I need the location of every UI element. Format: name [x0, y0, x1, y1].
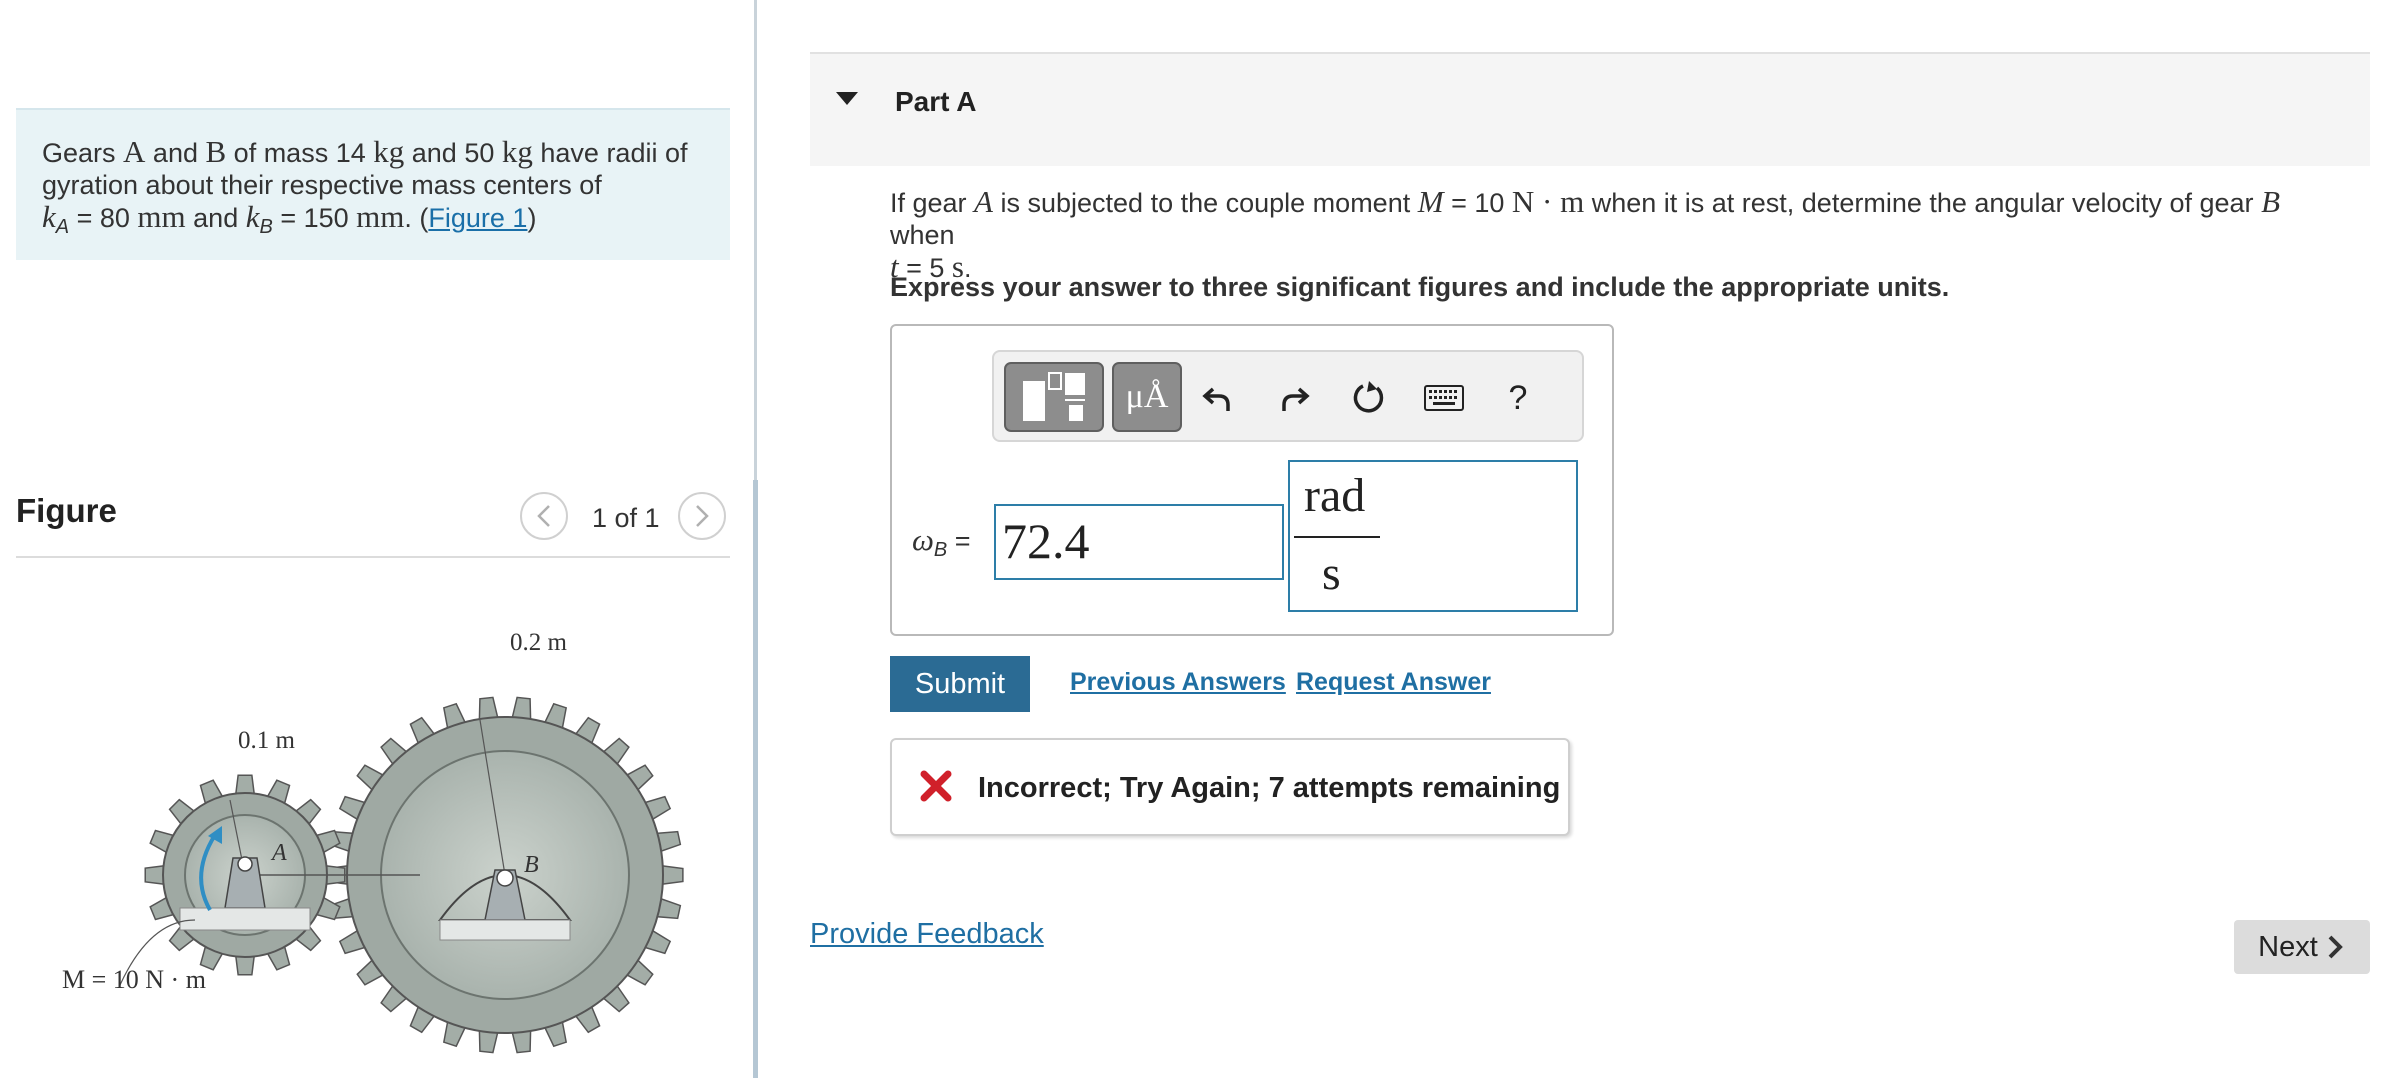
problem-text: and	[145, 138, 206, 168]
problem-text: and	[185, 203, 246, 233]
gear-b-base	[439, 919, 571, 941]
k-b-symbol: k	[245, 199, 260, 234]
label-radius-b: 0.2 m	[510, 629, 568, 656]
submit-button[interactable]: Submit	[890, 656, 1030, 712]
figure-next-button[interactable]	[678, 492, 726, 540]
k-a-symbol: k	[42, 199, 56, 234]
fraction-bar	[1294, 536, 1380, 538]
instruction-text: Express your answer to three significant…	[890, 272, 1950, 302]
figure-prev-button[interactable]	[520, 492, 568, 540]
label-a: A	[270, 840, 287, 866]
problem-text: )	[527, 203, 537, 233]
unit-mm: mm	[137, 199, 186, 234]
chevron-left-icon	[537, 505, 550, 527]
symbols-button[interactable]: μÅ	[1112, 362, 1182, 432]
label-radius-a: 0.1 m	[238, 727, 296, 754]
part-title: Part A	[895, 86, 977, 117]
question-fragment: If gear	[890, 188, 975, 218]
omega-equals: =	[947, 526, 971, 556]
question-fragment: when it is at rest, determine the angula…	[1584, 188, 2262, 218]
k-a-subscript: A	[55, 216, 70, 238]
question-fragment: is subjected to the couple moment	[992, 188, 1418, 218]
k-b-value: = 150	[272, 203, 357, 233]
units-input[interactable]: rad s	[1288, 460, 1578, 612]
problem-text: of mass	[226, 138, 336, 168]
gear-b-symbol: B	[205, 134, 227, 169]
question-fragment: = 10	[1443, 188, 1512, 218]
part-header[interactable]: Part A	[810, 52, 2370, 166]
chevron-right-icon	[2328, 935, 2343, 959]
gear-figure: 0.2 m 0.1 m A B M = 10 N · m	[62, 629, 684, 1054]
chevron-right-icon	[696, 505, 709, 527]
error-x-icon	[920, 770, 952, 802]
request-answer-link[interactable]: Request Answer	[1296, 668, 1491, 697]
question-unit: N · m	[1511, 184, 1585, 219]
left-panel: Gears A and B of mass 14 kg and 50 kg ha…	[0, 0, 756, 1078]
unit-denominator: s	[1322, 547, 1341, 600]
provide-feedback-link[interactable]: Provide Feedback	[810, 918, 1044, 951]
label-moment: M = 10 N · m	[62, 965, 206, 994]
label-b: B	[524, 852, 539, 878]
redo-icon[interactable]	[1272, 374, 1316, 422]
collapse-triangle-icon[interactable]	[836, 92, 858, 105]
mass-b: 50	[464, 138, 495, 168]
keyboard-icon[interactable]	[1422, 374, 1466, 422]
gear-a-base	[179, 907, 311, 931]
figure-counter: 1 of 1	[592, 503, 660, 533]
reset-icon[interactable]	[1346, 374, 1390, 422]
feedback-box: Incorrect; Try Again; 7 attempts remaini…	[890, 738, 1570, 836]
gear-a-pin	[237, 856, 253, 872]
figure-divider	[16, 556, 730, 558]
next-label: Next	[2258, 930, 2318, 963]
gear-b-pin	[496, 869, 514, 887]
k-a-value: = 80	[69, 203, 138, 233]
omega-label: ωB =	[912, 522, 971, 562]
unit-mm: mm	[356, 199, 405, 234]
problem-text: . (	[404, 203, 429, 233]
answer-box: μÅ ? ωB = 72.4 rad s	[890, 324, 1614, 636]
problem-statement: Gears A and B of mass 14 kg and 50 kg ha…	[16, 108, 730, 260]
unit-kg: kg	[373, 134, 405, 169]
omega-symbol: ω	[912, 522, 934, 557]
math-toolbar: μÅ ?	[992, 350, 1584, 442]
templates-button[interactable]	[1004, 362, 1104, 432]
unit-kg: kg	[501, 134, 533, 169]
question-text: If gear A is subjected to the couple mom…	[890, 186, 2350, 284]
figure-title: Figure	[16, 492, 117, 529]
k-b-subscript: B	[259, 216, 273, 238]
gear-a-symbol: A	[123, 134, 146, 169]
splitter-handle[interactable]	[753, 480, 758, 1078]
unit-numerator: rad	[1304, 469, 1366, 522]
undo-icon[interactable]	[1196, 374, 1240, 422]
omega-subscript: B	[933, 539, 948, 561]
question-fragment: when	[890, 220, 955, 250]
templates-icon	[1023, 372, 1085, 421]
question-m-symbol: M	[1417, 184, 1444, 219]
problem-text: Gears	[42, 138, 124, 168]
help-button[interactable]: ?	[1496, 374, 1540, 422]
question-gear-b: B	[2261, 184, 2280, 219]
mass-a: 14	[335, 138, 366, 168]
figure-link[interactable]: Figure 1	[428, 203, 527, 233]
previous-answers-link[interactable]: Previous Answers	[1070, 668, 1286, 697]
answer-value-input[interactable]: 72.4	[994, 504, 1284, 580]
feedback-message: Incorrect; Try Again; 7 attempts remaini…	[978, 772, 1561, 804]
problem-text: and	[404, 138, 465, 168]
next-button[interactable]: Next	[2234, 920, 2370, 974]
question-gear-a: A	[974, 184, 993, 219]
